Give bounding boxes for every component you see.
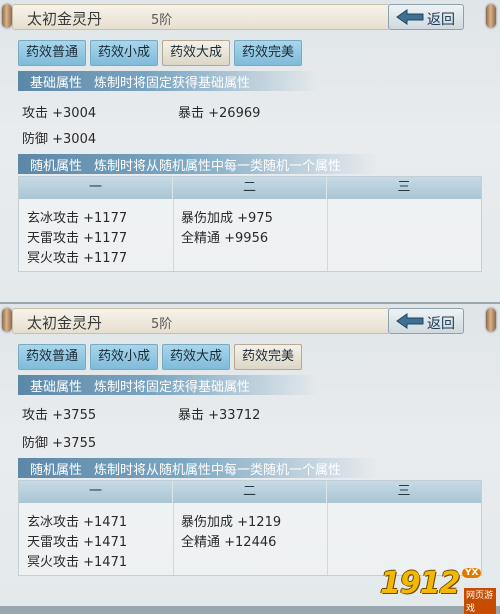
base-attr-header: 基础属性 炼制时将固定获得基础属性 [18,375,318,395]
stat-attack: 攻击 +3755 [22,408,97,423]
watermark-badge: YX [462,568,482,578]
pill-panel-normal: 太初金灵丹 5阶 返回 药效普通 药效小成 药效大成 药效完美 基础属性 炼制时… [0,0,500,302]
random-attr-item: 暴伤加成 +975 [181,211,273,226]
random-attr-desc: 炼制时将从随机属性中每一类随机一个属性 [94,159,342,174]
pill-title: 太初金灵丹 [27,314,103,332]
column-header-1: 一 [19,177,173,199]
back-button[interactable]: 返回 [388,4,464,30]
stat-crit: 暴击 +26969 [178,106,261,121]
tab-potency-minor[interactable]: 药效小成 [90,344,158,370]
back-button[interactable]: 返回 [388,308,464,334]
watermark-subtitle: 网页游戏 [464,588,496,614]
base-attr-desc: 炼制时将固定获得基础属性 [94,76,251,91]
random-attr-item: 全精通 +9956 [181,231,269,246]
title-bar: 太初金灵丹 5阶 [12,4,390,30]
base-attr-header: 基础属性 炼制时将固定获得基础属性 [18,71,318,91]
pill-panel-perfect: 太初金灵丹 5阶 返回 药效普通 药效小成 药效大成 药效完美 基础属性 炼制时… [0,304,500,606]
random-attr-item: 全精通 +12446 [181,535,277,550]
random-attr-item: 玄冰攻击 +1177 [27,211,128,226]
random-attr-tag: 随机属性 [30,463,83,478]
back-arrow-icon [396,313,424,329]
random-attr-item: 冥火攻击 +1177 [27,251,128,266]
scroll-rod-left [2,4,12,28]
random-attr-desc: 炼制时将从随机属性中每一类随机一个属性 [94,463,342,478]
title-bar: 太初金灵丹 5阶 [12,308,390,334]
random-attr-item: 玄冰攻击 +1471 [27,515,128,530]
column-header-1: 一 [19,481,173,503]
random-attr-table: 一 二 三 玄冰攻击 +1177 天雷攻击 +1177 冥火攻击 +1177 暴… [18,176,482,272]
tab-potency-normal[interactable]: 药效普通 [18,40,86,66]
stat-defense: 防御 +3004 [22,132,97,147]
tab-potency-major[interactable]: 药效大成 [162,344,230,370]
column-header-3: 三 [327,177,481,199]
column-header-2: 二 [173,177,327,199]
back-label: 返回 [427,316,455,332]
tab-potency-perfect[interactable]: 药效完美 [234,40,302,66]
tab-potency-perfect[interactable]: 药效完美 [234,344,302,370]
back-arrow-icon [396,9,424,25]
scroll-rod-right [486,4,496,28]
random-attr-item: 天雷攻击 +1177 [27,231,128,246]
random-attr-header: 随机属性 炼制时将从随机属性中每一类随机一个属性 [18,458,378,478]
pill-title: 太初金灵丹 [27,10,103,28]
watermark-digits: 1912 [380,566,460,601]
pill-tier: 5阶 [151,13,173,28]
scroll-rod-right [486,308,496,332]
tab-potency-major[interactable]: 药效大成 [162,40,230,66]
tab-potency-normal[interactable]: 药效普通 [18,344,86,370]
random-attr-tag: 随机属性 [30,159,83,174]
stat-defense: 防御 +3755 [22,436,97,451]
scroll-rod-left [2,308,12,332]
random-attr-table: 一 二 三 玄冰攻击 +1471 天雷攻击 +1471 冥火攻击 +1471 暴… [18,480,482,576]
column-header-2: 二 [173,481,327,503]
site-watermark-logo: 1912 YX 网页游戏 [380,566,496,614]
random-attr-header: 随机属性 炼制时将从随机属性中每一类随机一个属性 [18,154,378,174]
tab-potency-minor[interactable]: 药效小成 [90,40,158,66]
base-attr-tag: 基础属性 [30,76,83,91]
stat-crit: 暴击 +33712 [178,408,261,423]
column-header-3: 三 [327,481,481,503]
base-attr-tag: 基础属性 [30,380,83,395]
pill-tier: 5阶 [151,317,173,332]
random-attr-item: 天雷攻击 +1471 [27,535,128,550]
back-label: 返回 [427,12,455,28]
stat-attack: 攻击 +3004 [22,106,97,121]
random-attr-item: 冥火攻击 +1471 [27,555,128,570]
random-attr-item: 暴伤加成 +1219 [181,515,282,530]
base-attr-desc: 炼制时将固定获得基础属性 [94,380,251,395]
